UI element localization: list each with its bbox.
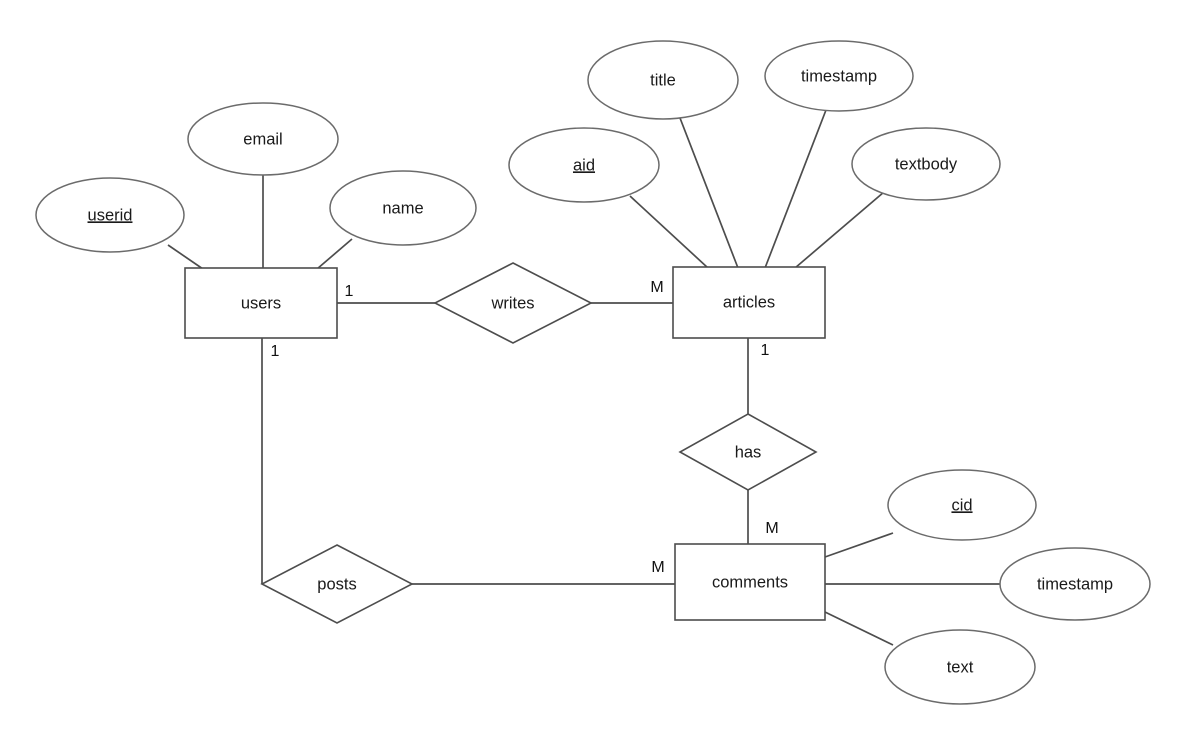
attribute-label-userid: userid [88,206,133,224]
attribute-name[interactable]: name [329,170,477,246]
entity-comments[interactable]: comments [674,543,826,621]
er-diagram-svg: userid email name aid title timestamp te… [0,0,1200,745]
entity-users[interactable]: users [184,267,338,339]
connector-title-articles [679,117,739,269]
cardinality-posts-comments: M [651,559,664,576]
relationship-posts[interactable]: posts [260,544,414,624]
relationship-label-writes: writes [490,294,534,312]
attribute-title[interactable]: title [587,40,739,120]
relationship-writes[interactable]: writes [433,262,593,344]
cardinality-users-writes: 1 [345,283,354,300]
attribute-label-name: name [382,199,423,217]
attribute-label-email: email [243,130,282,148]
connector-name-users [316,238,353,270]
attribute-label-title: title [650,71,676,89]
attribute-label-text: text [947,658,974,676]
connector-userid-users [167,244,204,270]
cardinality-has-comments: M [765,520,778,537]
attribute-comments-timestamp[interactable]: timestamp [999,547,1151,621]
attribute-layer: userid email name aid title timestamp te… [35,40,1151,705]
attribute-label-cid: cid [951,496,972,514]
attribute-label-articles-timestamp: timestamp [801,67,877,85]
cardinality-users-posts: 1 [271,343,280,360]
connector-text-comments [824,611,894,646]
relationship-label-posts: posts [317,575,356,593]
attribute-textbody[interactable]: textbody [851,127,1001,201]
connector-articles-timestamp [764,109,827,269]
connector-aid-articles [629,195,709,269]
attribute-articles-timestamp[interactable]: timestamp [764,40,914,112]
cardinality-articles-has: 1 [761,342,770,359]
relationship-has[interactable]: has [678,413,818,491]
entity-label-users: users [241,294,281,312]
attribute-label-textbody: textbody [895,155,958,173]
connector-textbody-articles [794,191,885,269]
attribute-label-aid: aid [573,156,595,174]
attribute-email[interactable]: email [187,102,339,176]
attribute-userid[interactable]: userid [35,177,185,253]
attribute-aid[interactable]: aid [508,127,660,203]
entity-label-comments: comments [712,573,788,591]
cardinality-writes-articles: M [650,279,663,296]
attribute-cid[interactable]: cid [887,469,1037,541]
entity-articles[interactable]: articles [672,266,826,339]
attribute-text[interactable]: text [884,629,1036,705]
attribute-label-comments-timestamp: timestamp [1037,575,1113,593]
entity-label-articles: articles [723,293,775,311]
connector-cid-comments [824,532,894,558]
relationship-label-has: has [735,443,762,461]
er-diagram-canvas: userid email name aid title timestamp te… [0,0,1200,745]
